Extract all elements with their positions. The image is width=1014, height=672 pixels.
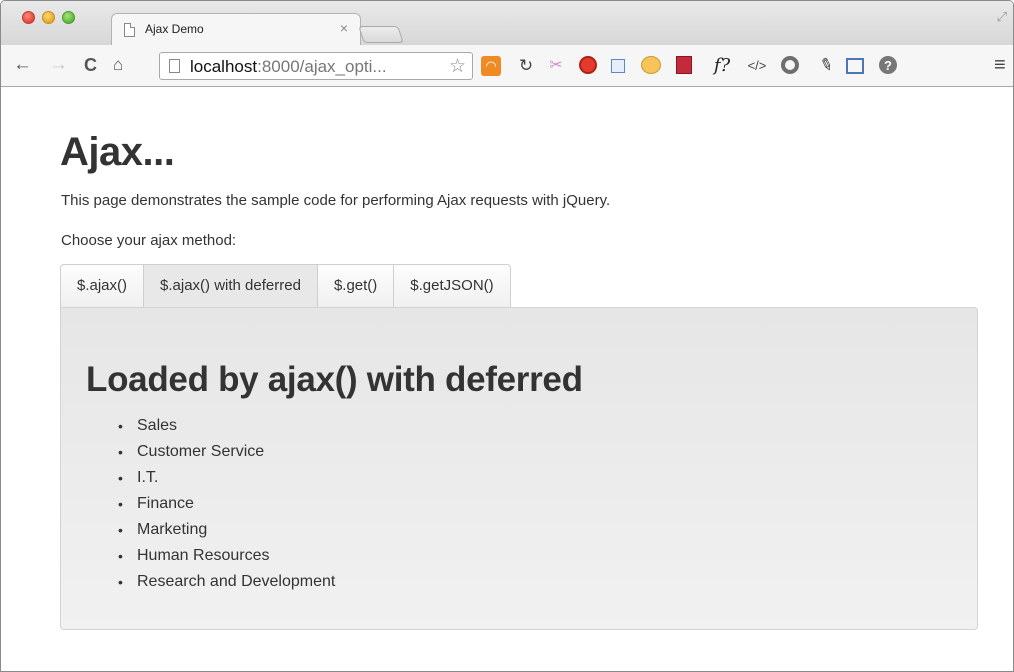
url-text[interactable]: localhost:8000/ajax_opti... bbox=[190, 57, 387, 77]
department-list: Sales Customer Service I.T. Finance Mark… bbox=[118, 413, 335, 595]
help-icon[interactable]: ? bbox=[879, 56, 897, 74]
tab-strip: Ajax Demo × ⤢ bbox=[1, 1, 1013, 46]
home-icon[interactable]: ⌂ bbox=[113, 55, 123, 75]
close-window-button[interactable] bbox=[22, 11, 35, 24]
list-item: I.T. bbox=[118, 465, 335, 491]
ring-icon[interactable] bbox=[781, 56, 799, 74]
fullscreen-icon[interactable]: ⤢ bbox=[997, 9, 1007, 25]
address-bar[interactable]: localhost:8000/ajax_opti... ☆ bbox=[159, 52, 473, 80]
rss-icon[interactable]: ◠ bbox=[481, 56, 501, 76]
tab-title: Ajax Demo bbox=[145, 22, 204, 36]
intro-text: This page demonstrates the sample code f… bbox=[61, 192, 611, 209]
page-info-icon[interactable] bbox=[169, 59, 180, 73]
url-path: :8000/ajax_opti... bbox=[257, 57, 387, 76]
tab-ajax-deferred[interactable]: $.ajax() with deferred bbox=[143, 264, 317, 308]
list-item: Finance bbox=[118, 491, 335, 517]
list-item: Customer Service bbox=[118, 439, 335, 465]
list-item: Sales bbox=[118, 413, 335, 439]
color-picker-icon[interactable]: ✎ bbox=[813, 53, 839, 79]
browser-toolbar: ← → C ⌂ localhost:8000/ajax_opti... ☆ ◠ … bbox=[1, 45, 1013, 87]
browser-window: Ajax Demo × ⤢ ← → C ⌂ localhost:8000/aja… bbox=[0, 0, 1014, 672]
star-icon[interactable]: ☆ bbox=[449, 55, 466, 78]
page-title: Ajax... bbox=[60, 130, 175, 174]
tab-get[interactable]: $.get() bbox=[316, 264, 394, 308]
tab-ajax[interactable]: $.ajax() bbox=[60, 264, 144, 308]
page-icon bbox=[124, 23, 135, 37]
list-item: Marketing bbox=[118, 517, 335, 543]
code-icon[interactable]: </> bbox=[747, 56, 767, 76]
minimize-window-button[interactable] bbox=[42, 11, 55, 24]
zoom-window-button[interactable] bbox=[62, 11, 75, 24]
scissors-icon[interactable]: ✂ bbox=[546, 56, 566, 76]
result-panel: Loaded by ajax() with deferred Sales Cus… bbox=[60, 307, 978, 630]
stop-icon[interactable] bbox=[579, 56, 597, 74]
menu-icon[interactable]: ≡ bbox=[994, 54, 1006, 77]
panel-heading: Loaded by ajax() with deferred bbox=[86, 360, 583, 399]
url-host: localhost bbox=[190, 57, 258, 76]
list-item: Human Resources bbox=[118, 543, 335, 569]
smiley-icon[interactable] bbox=[641, 56, 661, 74]
screenshot-icon[interactable] bbox=[846, 58, 864, 74]
tab-close-icon[interactable]: × bbox=[340, 20, 348, 36]
tab-getjson[interactable]: $.getJSON() bbox=[393, 264, 511, 308]
calendar-icon[interactable] bbox=[611, 59, 625, 73]
sync-icon[interactable]: ↻ bbox=[516, 56, 536, 76]
list-item: Research and Development bbox=[118, 569, 335, 595]
choose-method-label: Choose your ajax method: bbox=[61, 232, 237, 249]
forward-arrow-icon[interactable]: → bbox=[49, 55, 68, 75]
page-content: Ajax... This page demonstrates the sampl… bbox=[1, 88, 1013, 671]
back-arrow-icon[interactable]: ← bbox=[13, 55, 32, 75]
bookmark-extension-icon[interactable] bbox=[676, 56, 692, 74]
new-tab-button[interactable] bbox=[358, 26, 404, 43]
ajax-method-tabs: $.ajax() $.ajax() with deferred $.get() … bbox=[60, 264, 511, 308]
browser-tab[interactable]: Ajax Demo × bbox=[111, 13, 361, 46]
reload-icon[interactable]: C bbox=[84, 55, 97, 75]
font-inspector-icon[interactable]: f? bbox=[708, 56, 736, 76]
